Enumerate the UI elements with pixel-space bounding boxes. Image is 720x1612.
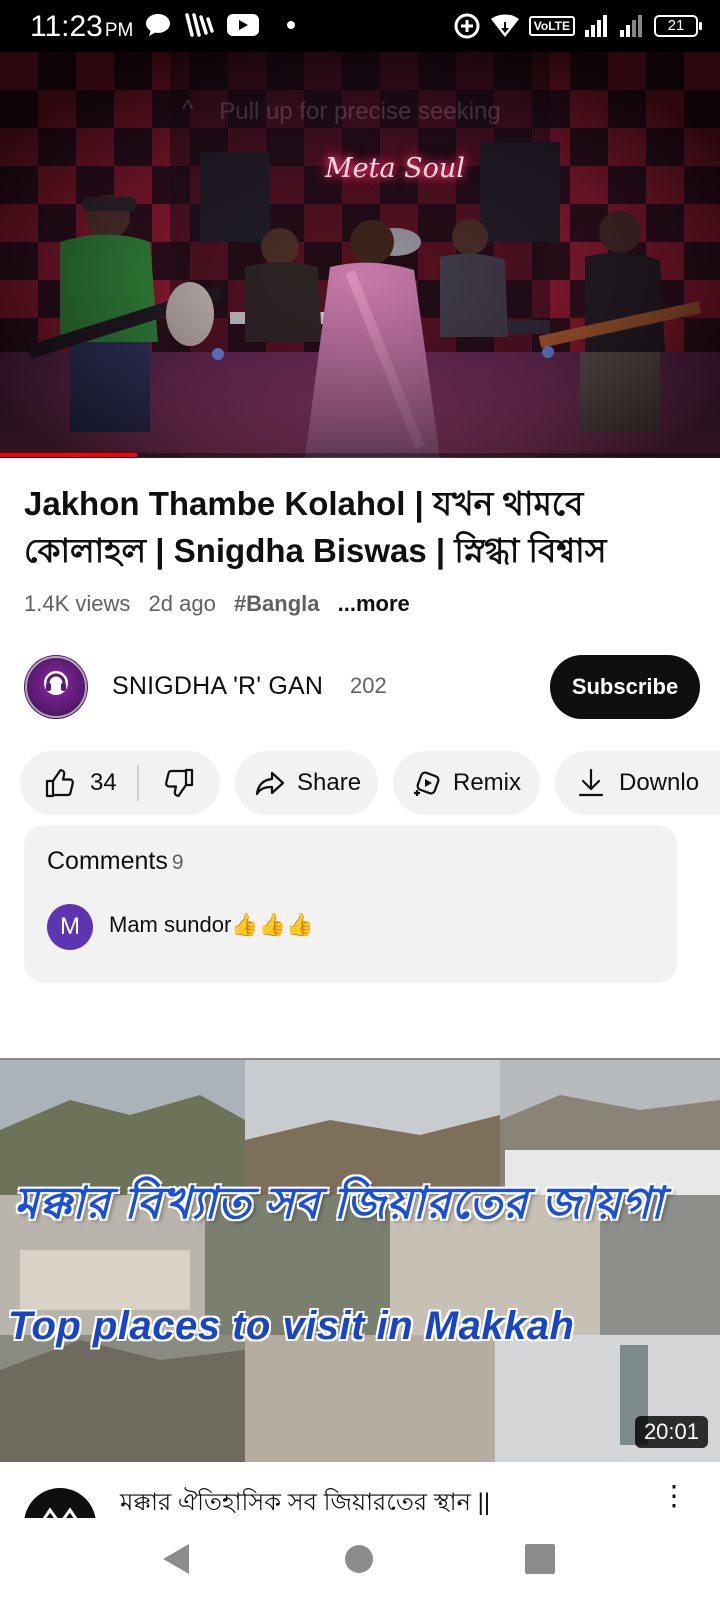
view-count: 1.4K views [24, 591, 131, 616]
duration-badge: 20:01 [634, 1416, 708, 1448]
next-video-thumbnail[interactable]: মক্কার বিখ্যাত সব জিয়ারতের জায়গা Top p… [0, 1058, 720, 1462]
video-info-sheet: Jakhon Thambe Kolahol | যখন থামবে কোলাহল… [0, 458, 720, 1058]
video-player[interactable]: ^ Pull up for precise seeking Meta Soul [0, 52, 720, 458]
download-button[interactable]: Downlo [555, 751, 720, 815]
comments-heading: Comments 9 [47, 847, 184, 875]
share-button[interactable]: Share [235, 751, 378, 815]
download-icon [578, 768, 604, 797]
video-title[interactable]: Jakhon Thambe Kolahol | যখন থামবে কোলাহল… [24, 480, 694, 574]
progress-fill [0, 453, 137, 457]
top-comment-text: Mam sundor👍👍👍 [109, 912, 314, 937]
channel-row: SNIGDHA 'R' GAN 202 Subscribe [24, 655, 700, 719]
remix-icon [414, 771, 440, 796]
thumbnail-image [0, 1060, 720, 1462]
wifi-icon [490, 14, 519, 37]
youtube-notification-icon [227, 14, 259, 36]
video-meta[interactable]: 1.4K views 2d ago #Bangla ...more [24, 591, 410, 617]
cell-signal-icon-2 [620, 15, 642, 37]
back-icon[interactable] [160, 1542, 192, 1576]
chat-bubble-icon [146, 14, 170, 36]
subscribe-button[interactable]: Subscribe [550, 655, 700, 719]
remix-button[interactable]: Remix [393, 751, 540, 815]
share-arrow-icon [255, 771, 285, 796]
system-nav-bar [0, 1518, 720, 1612]
notification-dot-icon [287, 21, 295, 29]
next-channel-avatar[interactable] [24, 1488, 96, 1518]
signal-wave-icon [185, 13, 214, 37]
download-label: Downlo [619, 769, 700, 796]
home-icon[interactable] [345, 1545, 373, 1573]
share-label: Share [297, 769, 362, 796]
channel-logo-icon [42, 1507, 78, 1518]
stage-sign: Meta Soul [325, 153, 465, 184]
hashtag-link[interactable]: #Bangla [234, 591, 320, 616]
volte-badge: VoLTE [528, 16, 575, 36]
action-bar: 34 Share Remix Downlo [20, 751, 720, 815]
remix-label: Remix [453, 769, 522, 796]
status-bar: 11:23 PM VoLTE 21 [0, 0, 720, 52]
seek-hint: Pull up for precise seeking [219, 98, 501, 125]
comments-count: 9 [171, 851, 184, 874]
commenter-avatar: M [47, 904, 93, 950]
status-right-group: VoLTE 21 [453, 12, 702, 40]
upload-age: 2d ago [148, 591, 216, 616]
like-button[interactable]: 34 [20, 751, 117, 815]
channel-name[interactable]: SNIGDHA 'R' GAN [112, 672, 323, 701]
thumbnail-caption-en: Top places to visit in Makkah [8, 1304, 575, 1348]
data-saver-icon [454, 13, 480, 39]
thumbs-down-icon [164, 768, 193, 798]
more-link[interactable]: ...more [338, 591, 410, 616]
like-dislike-pill: 34 [20, 751, 220, 815]
channel-avatar[interactable] [24, 655, 88, 719]
battery-indicator: 21 [654, 15, 702, 37]
cell-signal-icon-1 [585, 15, 607, 37]
comments-card[interactable]: Comments 9 M Mam sundor👍👍👍 [24, 825, 677, 983]
recents-icon[interactable] [525, 1544, 555, 1574]
thumbnail-caption-bn: মক্কার বিখ্যাত সব জিয়ারতের জায়গা [14, 1179, 665, 1228]
channel-logo-icon [25, 656, 87, 718]
kebab-menu-icon[interactable]: ⋮ [660, 1482, 688, 1516]
next-video-row[interactable]: মক্কার ঐতিহাসিক সব জিয়ারতের স্থান || ⋮ [0, 1462, 720, 1518]
next-video-title[interactable]: মক্কার ঐতিহাসিক সব জিয়ারতের স্থান || [120, 1484, 490, 1518]
video-progress-bar[interactable] [0, 453, 720, 457]
like-count: 34 [90, 769, 117, 796]
status-time: 11:23 PM [30, 10, 134, 43]
thumbs-up-icon [45, 768, 74, 798]
dislike-button[interactable] [139, 751, 195, 815]
subscriber-count: 202 [350, 673, 387, 698]
